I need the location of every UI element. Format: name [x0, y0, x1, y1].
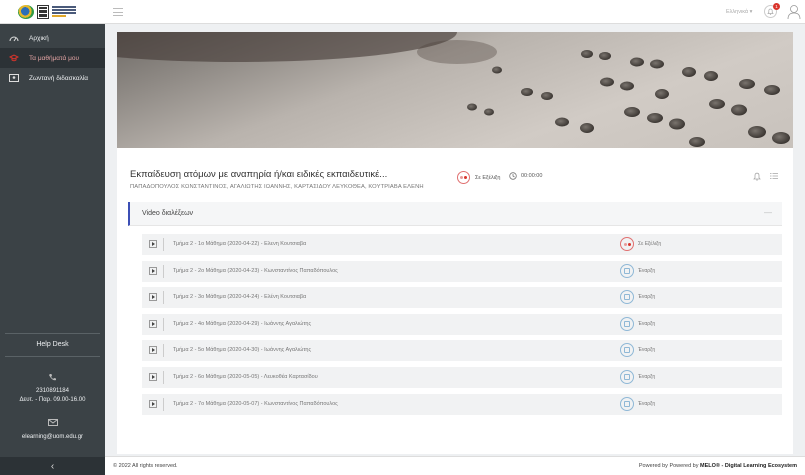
- start-label: Έναρξη: [638, 400, 656, 407]
- start-label: Έναρξη: [638, 320, 656, 327]
- sidebar-item-label: Ζωντανή διδασκαλία: [29, 74, 89, 82]
- helpdesk-title: Help Desk: [36, 341, 69, 348]
- helpdesk-hours: Δευτ. - Παρ. 09.00-16.00: [19, 397, 86, 403]
- lecture-title: Τμήμα 2 - 4ο Μάθημα (2020-04-29) - Ιωάνν…: [173, 320, 312, 327]
- start-icon: [620, 263, 634, 278]
- course-status: Σε Εξέλιξη: [457, 171, 500, 184]
- start-icon: [620, 369, 634, 384]
- start-label: Έναρξη: [638, 347, 656, 354]
- start-button[interactable]: Έναρξη: [620, 290, 656, 305]
- lecture-row[interactable]: Τμήμα 2 - 5ο Μάθημα (2020-04-30) - Ιωάνν…: [142, 340, 782, 362]
- user-avatar-icon[interactable]: [787, 4, 801, 20]
- play-icon[interactable]: [149, 266, 157, 275]
- start-button[interactable]: Έναρξη: [620, 316, 656, 331]
- live-teaching-icon: [9, 74, 19, 82]
- logo-wordmark: [52, 4, 76, 20]
- phone-icon: [0, 373, 105, 383]
- recording-icon: [620, 237, 634, 251]
- course-instructors: ΠΑΠΑΔΟΠΟΥΛΟΣ ΚΩΝΣΤΑΝΤΙΝΟΣ, ΑΓΑΛΙΩΤΗΣ ΙΩΑ…: [130, 184, 424, 190]
- lecture-title: Τμήμα 2 - 7ο Μάθημα (2020-05-07) - Κωνστ…: [173, 400, 338, 407]
- lecture-row[interactable]: Τμήμα 2 - 2ο Μάθημα (2020-04-23) - Κωνστ…: [142, 260, 782, 282]
- topbar: Ελληνικά ▾ 1: [105, 0, 805, 24]
- lecture-row[interactable]: Τμήμα 2 - 4ο Μάθημα (2020-04-29) - Ιωάνν…: [142, 313, 782, 335]
- start-icon: [620, 396, 634, 411]
- lecture-row[interactable]: Τμήμα 2 - 1ο Μάθημα (2020-04-22) - Ελενη…: [142, 234, 782, 255]
- lecture-title: Τμήμα 2 - 1ο Μάθημα (2020-04-22) - Ελενη…: [173, 241, 307, 247]
- lecture-title: Τμήμα 2 - 5ο Μάθημα (2020-04-30) - Ιωάνν…: [173, 347, 312, 354]
- video-lectures-title: Video διαλέξεων: [142, 210, 194, 217]
- chevron-left-icon: ‹: [50, 460, 55, 472]
- bell-icon: [767, 8, 774, 15]
- start-label: Έναρξη: [638, 294, 656, 301]
- lecture-title: Τμήμα 2 - 2ο Μάθημα (2020-04-23) - Κωνστ…: [173, 267, 338, 274]
- sidebar-item-label: Τα μαθήματά μου: [29, 54, 80, 62]
- footer: © 2022 All rights reserved. Powered by P…: [105, 456, 805, 475]
- sidebar-collapse-button[interactable]: ‹: [0, 457, 105, 475]
- helpdesk-email[interactable]: elearning@uom.edu.gr: [0, 433, 105, 442]
- start-label: Έναρξη: [638, 267, 656, 274]
- start-icon: [620, 290, 634, 305]
- play-icon[interactable]: [149, 293, 157, 302]
- notifications-button[interactable]: 1: [764, 3, 780, 18]
- helpdesk: Help Desk 2310891184 Δευτ. - Παρ. 09.00-…: [0, 333, 105, 442]
- video-lectures-header[interactable]: Video διαλέξεων —: [128, 202, 782, 226]
- powered-by: Powered by Powered by MELO® - Digital Le…: [639, 463, 797, 469]
- sidebar-item-label: Αρχική: [29, 34, 49, 42]
- course-title: Εκπαίδευση ατόμων με αναπηρία ή/και ειδι…: [130, 169, 388, 180]
- start-label: Έναρξη: [638, 373, 656, 380]
- course-duration: 00:00:00: [509, 172, 542, 180]
- university-logo[interactable]: [0, 0, 105, 24]
- lecture-list: Τμήμα 2 - 1ο Μάθημα (2020-04-22) - Ελενη…: [142, 234, 782, 420]
- language-select[interactable]: Ελληνικά ▾: [726, 9, 752, 15]
- lecture-status[interactable]: Σε Εξέλιξη: [620, 237, 661, 251]
- clock-icon: [509, 172, 517, 180]
- course-duration-value: 00:00:00: [521, 173, 543, 179]
- collapse-icon[interactable]: —: [764, 208, 772, 217]
- start-button[interactable]: Έναρξη: [620, 369, 656, 384]
- lecture-row[interactable]: Τμήμα 2 - 7ο Μάθημα (2020-05-07) - Κωνστ…: [142, 393, 782, 415]
- start-button[interactable]: Έναρξη: [620, 263, 656, 278]
- recording-icon: [457, 171, 470, 184]
- play-icon[interactable]: [149, 240, 157, 248]
- sidebar-nav: Αρχική Τα μαθήματά μου Ζωντανή διδασκαλί…: [0, 28, 105, 88]
- dashboard-gauge-icon: [9, 34, 19, 42]
- logo-emblem-icon: [18, 4, 34, 19]
- list-icon[interactable]: [770, 172, 778, 180]
- menu-toggle-icon[interactable]: [113, 8, 123, 16]
- play-icon[interactable]: [149, 346, 157, 355]
- powered-prefix: Powered by Powered by: [638, 463, 699, 469]
- start-button[interactable]: Έναρξη: [620, 343, 656, 358]
- course-card: Εκπαίδευση ατόμων με αναπηρία ή/και ειδι…: [117, 32, 793, 454]
- play-icon[interactable]: [149, 319, 157, 328]
- play-icon[interactable]: [149, 372, 157, 381]
- start-icon: [620, 316, 634, 331]
- play-icon[interactable]: [149, 399, 157, 408]
- lecture-row[interactable]: Τμήμα 2 - 6ο Μάθημα (2020-05-05) - Λευκο…: [142, 366, 782, 388]
- mail-icon: [0, 419, 105, 429]
- start-button[interactable]: Έναρξη: [620, 396, 656, 411]
- start-icon: [620, 343, 634, 358]
- lecture-row[interactable]: Τμήμα 2 - 3ο Μάθημα (2020-04-24) - Ελένη…: [142, 287, 782, 309]
- course-actions: [753, 172, 778, 181]
- course-banner-image: [117, 32, 793, 148]
- notification-badge: 1: [773, 3, 780, 10]
- lecture-title: Τμήμα 2 - 6ο Μάθημα (2020-05-05) - Λευκο…: [173, 373, 318, 380]
- lecture-title: Τμήμα 2 - 3ο Μάθημα (2020-04-24) - Ελένη…: [173, 294, 307, 301]
- copyright: © 2022 All rights reserved.: [113, 463, 178, 469]
- helpdesk-phone[interactable]: 2310891184: [0, 387, 105, 396]
- powered-brand[interactable]: MELO® - Digital Learning Ecosystem: [700, 463, 797, 469]
- logo-building-icon: [37, 4, 49, 19]
- course-status-label: Σε Εξέλιξη: [475, 174, 501, 181]
- sidebar-item-home[interactable]: Αρχική: [0, 28, 105, 48]
- sidebar-item-my-courses[interactable]: Τα μαθήματά μου: [0, 48, 105, 68]
- bell-icon[interactable]: [753, 172, 761, 181]
- sidebar-item-live-teaching[interactable]: Ζωντανή διδασκαλία: [0, 68, 105, 88]
- courses-icon: [9, 54, 19, 62]
- lecture-status-label: Σε Εξέλιξη: [638, 241, 662, 247]
- sidebar: Αρχική Τα μαθήματά μου Ζωντανή διδασκαλί…: [0, 0, 105, 475]
